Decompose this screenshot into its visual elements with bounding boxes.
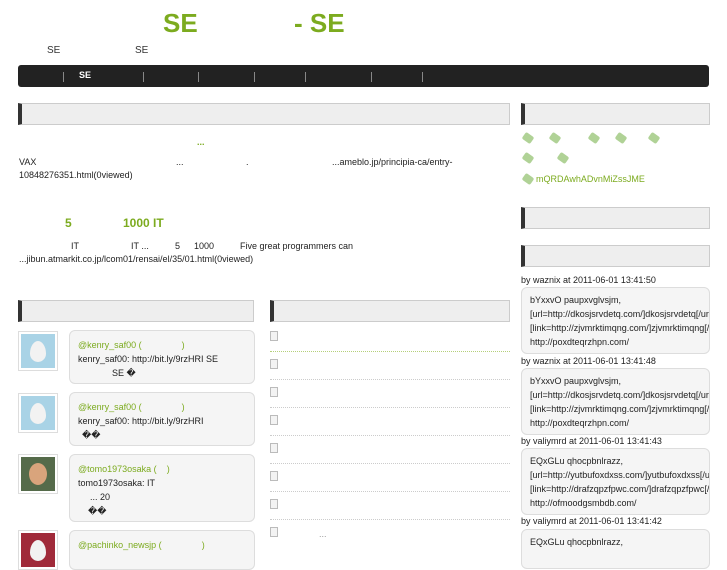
document-icon: [270, 499, 278, 509]
post-excerpt: ...: [176, 157, 184, 167]
comment-meta: by valiymrd at 2011-06-01 13:41:43: [521, 436, 662, 446]
tag-icon[interactable]: [521, 131, 535, 145]
post-title[interactable]: 1000 IT: [123, 216, 164, 230]
comment-text: [url=http://dkosjsrvdetq.com/]dkosjsrvde…: [530, 390, 710, 400]
tag-icon[interactable]: [548, 131, 562, 145]
comment-text: bYxxvO paupxvglvsjm,: [530, 295, 622, 305]
document-icon: [270, 415, 278, 425]
tweet-user-close: ): [181, 402, 185, 412]
comment-text: http://poxdteqrzhpn.com/: [530, 337, 630, 347]
document-icon: [270, 527, 278, 537]
tweet-text: kenry_saf00: http://bit.ly/9rzHRI: [78, 416, 204, 426]
post-link[interactable]: 10848276351.html(0viewed): [19, 168, 133, 182]
comment: bYxxvO paupxvglvsjm, [url=http://dkosjsr…: [521, 287, 710, 354]
comment-meta: by waznix at 2011-06-01 13:41:48: [521, 356, 656, 366]
post-title[interactable]: ...: [197, 135, 205, 149]
tweet-text: ��: [88, 506, 107, 516]
nav-item-se[interactable]: SE: [79, 70, 91, 80]
document-icon: [270, 387, 278, 397]
tweet-text: SE �: [112, 368, 136, 378]
tweet: @kenry_saf00 () kenry_saf00: http://bit.…: [69, 392, 255, 446]
comment-text: [link=http://drafzqpzfpwc.com/]drafzqpzf…: [530, 484, 710, 494]
avatar[interactable]: [18, 331, 58, 371]
post-excerpt: 1000: [194, 241, 215, 251]
tag-icon[interactable]: [521, 151, 535, 165]
tweet-user[interactable]: @kenry_saf00 (: [78, 402, 142, 412]
comment: EQxGLu qhocpbnlrazz,: [521, 529, 710, 569]
avatar[interactable]: [18, 530, 58, 570]
document-icon: [270, 331, 278, 341]
tweet-user[interactable]: @tomo1973osaka (: [78, 464, 157, 474]
post-title[interactable]: 5: [65, 216, 72, 230]
tweet: @kenry_saf00 () kenry_saf00: http://bit.…: [69, 330, 255, 384]
comment-meta: by valiymrd at 2011-06-01 13:41:42: [521, 516, 662, 526]
comment-text: [link=http://zjvmrktimqng.com/]zjvmrktim…: [530, 404, 710, 414]
tag-icon[interactable]: [614, 131, 628, 145]
post-excerpt: .: [246, 157, 249, 167]
comment: EQxGLu qhocpbnlrazz, [url=http://yutbufo…: [521, 448, 710, 515]
tweet-text: ��: [82, 430, 101, 440]
comment: bYxxvO paupxvglvsjm, [url=http://dkosjsr…: [521, 368, 710, 435]
tweet-user-close: ): [181, 340, 185, 350]
post-link[interactable]: ...ameblo.jp/principia-ca/entry-: [332, 155, 453, 169]
tag-link[interactable]: mQRDAwhADvnMiZssJME: [536, 172, 645, 186]
comment-text: EQxGLu qhocpbnlrazz,: [530, 537, 624, 547]
sidebar-header: [521, 207, 710, 229]
document-icon: [270, 471, 278, 481]
post-excerpt: VAX: [19, 157, 37, 167]
tweets-header: [18, 300, 254, 322]
tag-icon[interactable]: [647, 131, 661, 145]
tags-header: [521, 103, 710, 125]
comment-text: http://ofmoodgsmbdb.com/: [530, 498, 637, 508]
comment-text: [url=http://dkosjsrvdetq.com/]dkosjsrvde…: [530, 309, 710, 319]
tweet-user-close: ): [201, 540, 205, 550]
avatar[interactable]: [18, 454, 58, 494]
tag-icon[interactable]: [587, 131, 601, 145]
site-subtitle-2: SE: [135, 45, 149, 56]
related-item[interactable]: ...: [319, 527, 327, 541]
tweet-user[interactable]: @pachinko_newsjp (: [78, 540, 162, 550]
site-subtitle: SE: [47, 45, 61, 56]
main-section-header: [18, 103, 510, 125]
tweet-text: kenry_saf00: http://bit.ly/9rzHRI SE: [78, 354, 219, 364]
related-header: [270, 300, 510, 322]
tweet-text: tomo1973osaka: IT: [78, 478, 156, 488]
avatar[interactable]: [18, 393, 58, 433]
comment-meta: by waznix at 2011-06-01 13:41:50: [521, 275, 656, 285]
main-nav: SE: [18, 65, 709, 87]
comment-text: bYxxvO paupxvglvsjm,: [530, 376, 622, 386]
tweet-user-close: ): [166, 464, 170, 474]
tweet-user[interactable]: @kenry_saf00 (: [78, 340, 142, 350]
comment-text: [url=http://yutbufoxdxss.com/]yutbufoxdx…: [530, 470, 710, 480]
document-icon: [270, 443, 278, 453]
document-icon: [270, 359, 278, 369]
comment-text: EQxGLu qhocpbnlrazz,: [530, 456, 624, 466]
tweet: @pachinko_newsjp (): [69, 530, 255, 570]
post-excerpt: IT ...: [131, 241, 149, 251]
comment-text: http://poxdteqrzhpn.com/: [530, 418, 630, 428]
tweet-text: ... 20: [90, 492, 111, 502]
post-link[interactable]: ...jibun.atmarkit.co.jp/lcom01/rensai/el…: [19, 252, 253, 266]
tweet: @tomo1973osaka () tomo1973osaka: IT ... …: [69, 454, 255, 522]
post-excerpt: IT: [71, 241, 79, 251]
tag-icon[interactable]: [556, 151, 570, 165]
comment-text: [link=http://zjvmrktimqng.com/]zjvmrktim…: [530, 323, 710, 333]
post-excerpt: 5: [175, 241, 181, 251]
site-title-suffix[interactable]: - SE: [294, 8, 345, 39]
post-excerpt: Five great programmers can: [240, 241, 354, 251]
tag-icon: [521, 172, 535, 186]
site-title[interactable]: SE: [163, 8, 198, 39]
comments-header: [521, 245, 710, 267]
